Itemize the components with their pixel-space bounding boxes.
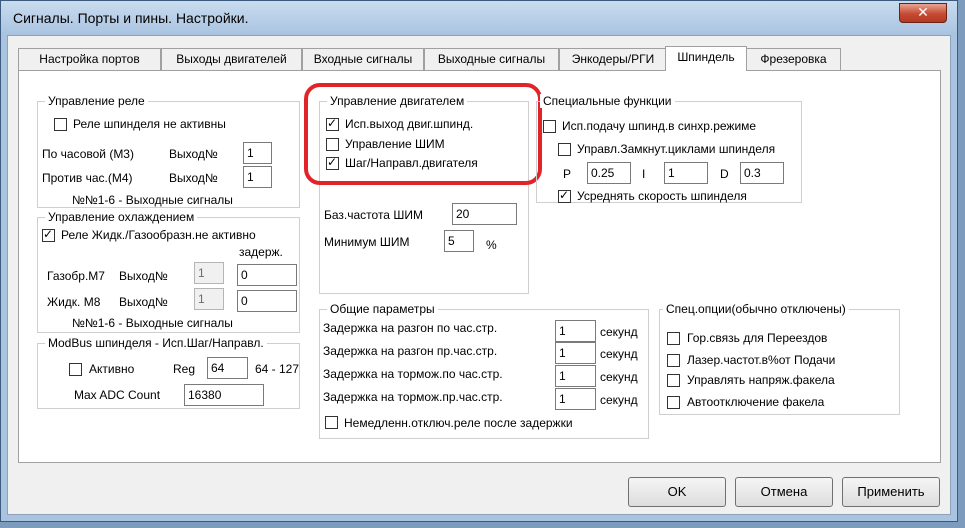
relay-group: Управление реле Реле шпинделя не активны… <box>37 94 300 208</box>
brake-cw-label: Задержка на тормож.по час.стр. <box>323 367 503 381</box>
accel-ccw-label: Задержка на разгон пр.час.стр. <box>323 344 498 358</box>
tab-encoders[interactable]: Энкодеры/РГИ <box>559 48 667 70</box>
gas-output-input[interactable]: 1 <box>194 262 224 284</box>
option-torch-voltage-checkbox[interactable] <box>667 374 680 387</box>
cooling-inactive-label: Реле Жидк./Газообразн.не активно <box>61 228 256 242</box>
option-laser-freq-label: Лазер.частот.в%от Подачи <box>687 353 836 367</box>
ccw-label: Против час.(М4) <box>42 171 133 185</box>
cw-output-label: Выход№ <box>169 147 218 161</box>
base-freq-input[interactable]: 20 <box>452 203 517 225</box>
p-label: P <box>563 167 572 181</box>
window-title: Сигналы. Порты и пины. Настройки. <box>13 10 249 26</box>
modbus-group: ModBus шпинделя - Исп.Шаг/Направл. Актив… <box>37 336 300 409</box>
cw-label: По часовой (М3) <box>42 147 134 161</box>
reg-label: Reg <box>173 362 196 376</box>
i-input[interactable]: 1 <box>664 162 708 184</box>
immediate-off-label: Немедленн.отключ.реле после задержки <box>344 416 573 430</box>
option-torch-autooff-label: Автоотключение факела <box>687 395 825 409</box>
brake-ccw-label: Задержка на тормож.пр.час.стр. <box>323 390 503 404</box>
spindle-relay-inactive-label: Реле шпинделя не активны <box>73 117 226 131</box>
relay-group-title: Управление реле <box>45 94 148 108</box>
brake-cw-unit: секунд <box>600 370 638 384</box>
brake-cw-input[interactable]: 1 <box>555 365 596 387</box>
average-speed-label: Усреднять скорость шпинделя <box>577 189 747 203</box>
ccw-output-label: Выход№ <box>169 171 218 185</box>
p-input[interactable]: 0.25 <box>587 162 631 184</box>
base-freq-label: Баз.частота ШИМ <box>324 208 423 222</box>
gas-delay-input[interactable]: 0 <box>237 264 297 286</box>
general-group: Общие параметры Задержка на разгон по ча… <box>319 302 649 439</box>
d-label: D <box>720 167 729 181</box>
min-pwm-label: Минимум ШИМ <box>324 235 410 249</box>
cooling-group: Управление охлаждением Реле Жидк./Газооб… <box>37 210 300 333</box>
cooling-group-title: Управление охлаждением <box>45 210 198 224</box>
special-options-group: Спец.опции(обычно отключены) Гор.связь д… <box>659 302 900 415</box>
tab-milling[interactable]: Фрезеровка <box>746 48 841 70</box>
accel-cw-unit: секунд <box>600 325 638 339</box>
title-bar[interactable]: Сигналы. Порты и пины. Настройки. ✕ <box>1 1 957 35</box>
tab-ports-setup[interactable]: Настройка портов <box>18 48 161 70</box>
liquid-label: Жидк. М8 <box>47 295 101 309</box>
closed-loop-label: Управл.Замкнут.циклами шпинделя <box>577 142 776 156</box>
special-functions-title: Специальные функции <box>540 94 675 108</box>
liquid-output-input[interactable]: 1 <box>194 288 224 310</box>
spindle-relay-inactive-checkbox[interactable] <box>54 118 67 131</box>
reg-input[interactable]: 64 <box>207 357 248 379</box>
gas-label: Газобр.М7 <box>47 269 105 283</box>
accel-cw-label: Задержка на разгон по час.стр. <box>323 321 498 335</box>
gas-output-label: Выход№ <box>119 269 168 283</box>
average-speed-checkbox[interactable] <box>558 188 571 203</box>
cancel-button[interactable]: Отмена <box>735 477 833 507</box>
relay-note: №№1-6 - Выходные сигналы <box>72 193 233 207</box>
ok-button[interactable]: OK <box>628 477 726 507</box>
ccw-output-input[interactable]: 1 <box>243 166 272 188</box>
cooling-inactive-checkbox[interactable] <box>42 227 55 242</box>
tab-spindle[interactable]: Шпиндель <box>665 46 747 71</box>
close-button[interactable]: ✕ <box>899 3 947 23</box>
spindle-panel: Управление реле Реле шпинделя не активны… <box>18 70 941 463</box>
option-torch-voltage-label: Управлять напряж.факела <box>687 373 835 387</box>
modbus-active-label: Активно <box>89 362 135 376</box>
accel-cw-input[interactable]: 1 <box>555 320 596 342</box>
closed-loop-checkbox[interactable] <box>558 143 571 156</box>
liquid-delay-input[interactable]: 0 <box>237 290 297 312</box>
modbus-group-title: ModBus шпинделя - Исп.Шаг/Направл. <box>45 336 267 350</box>
min-pwm-unit: % <box>486 238 497 252</box>
special-functions-group: Специальные функции Исп.подачу шпинд.в с… <box>536 94 802 203</box>
tab-motor-outputs[interactable]: Выходы двигателей <box>161 48 302 70</box>
tab-output-signals[interactable]: Выходные сигналы <box>424 48 559 70</box>
highlight-box <box>304 83 542 185</box>
sync-mode-label: Исп.подачу шпинд.в синхр.режиме <box>562 119 757 133</box>
modbus-active-checkbox[interactable] <box>69 363 82 376</box>
max-adc-label: Max ADC Count <box>74 388 161 402</box>
sync-mode-checkbox[interactable] <box>543 120 556 133</box>
apply-button[interactable]: Применить <box>842 477 940 507</box>
option-crossings-label: Гор.связь для Переездов <box>687 331 828 345</box>
brake-ccw-input[interactable]: 1 <box>555 388 596 410</box>
accel-ccw-unit: секунд <box>600 347 638 361</box>
close-icon: ✕ <box>917 5 929 21</box>
dialog-client: Настройка портов Выходы двигателей Входн… <box>7 35 951 515</box>
reg-range: 64 - 127 <box>255 362 300 376</box>
immediate-off-checkbox[interactable] <box>325 416 338 429</box>
tab-input-signals[interactable]: Входные сигналы <box>302 48 424 70</box>
cw-output-input[interactable]: 1 <box>243 142 272 164</box>
option-laser-freq-checkbox[interactable] <box>667 354 680 367</box>
delay-header: задерж. <box>239 245 283 259</box>
i-label: I <box>642 167 646 181</box>
option-crossings-checkbox[interactable] <box>667 332 680 345</box>
dialog-window: Сигналы. Порты и пины. Настройки. ✕ Наст… <box>0 0 958 522</box>
d-input[interactable]: 0.3 <box>740 162 784 184</box>
general-group-title: Общие параметры <box>327 302 438 316</box>
brake-ccw-unit: секунд <box>600 393 638 407</box>
special-options-title: Спец.опции(обычно отключены) <box>663 302 849 316</box>
accel-ccw-input[interactable]: 1 <box>555 342 596 364</box>
liquid-output-label: Выход№ <box>119 295 168 309</box>
cooling-note: №№1-6 - Выходные сигналы <box>72 316 233 330</box>
option-torch-autooff-checkbox[interactable] <box>667 396 680 409</box>
min-pwm-input[interactable]: 5 <box>444 230 474 252</box>
max-adc-input[interactable]: 16380 <box>184 384 264 406</box>
